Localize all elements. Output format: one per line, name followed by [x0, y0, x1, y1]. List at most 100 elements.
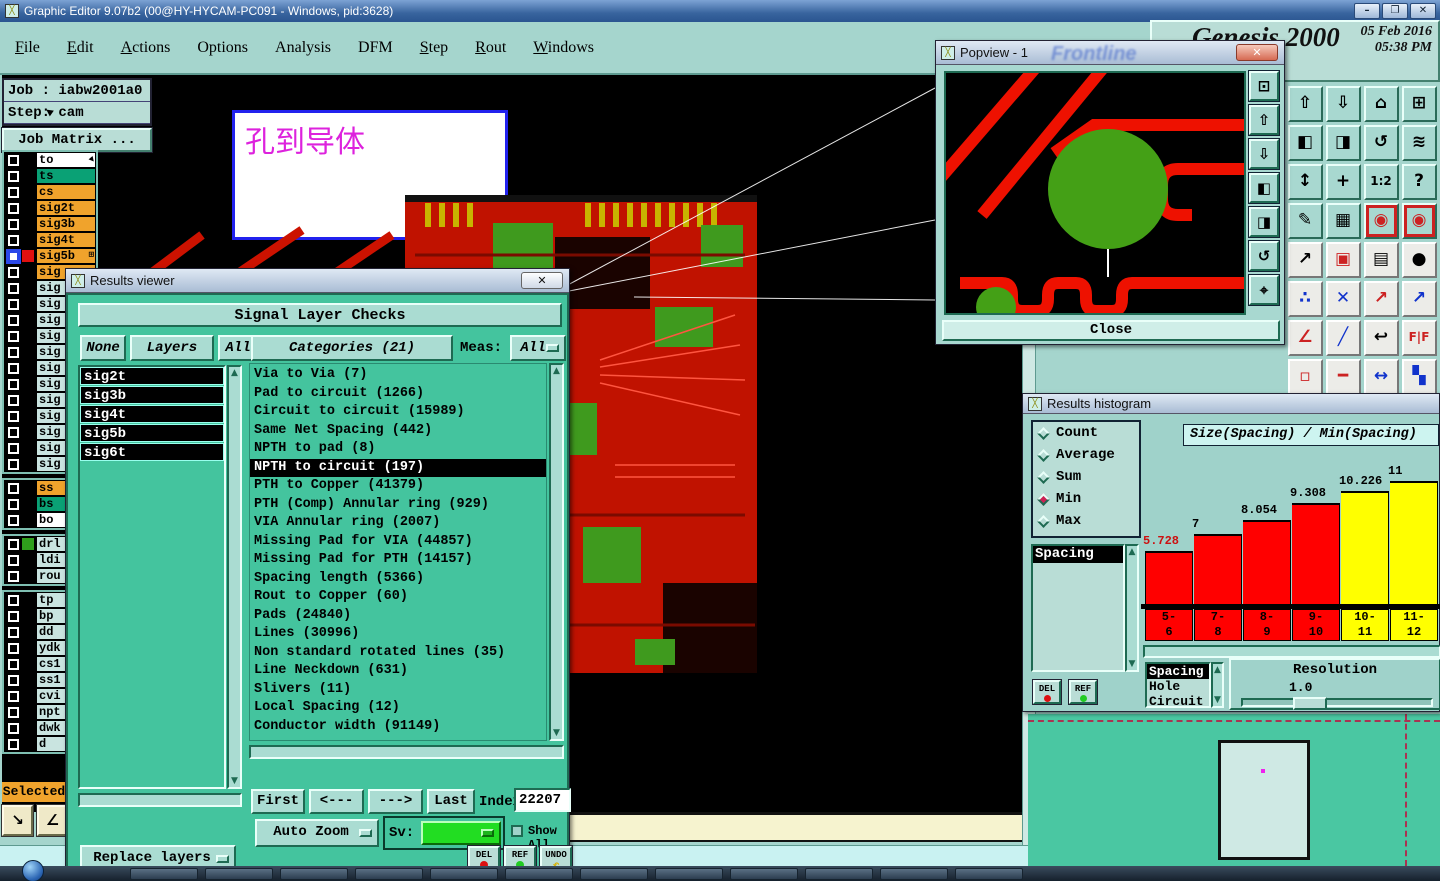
taskbar-button[interactable]	[655, 868, 723, 880]
zoom-previous-icon[interactable]: ↺	[1248, 240, 1280, 272]
category-list-hscrollbar[interactable]	[249, 745, 564, 759]
line-measure-icon[interactable]: ╱	[1325, 319, 1361, 356]
center-icon[interactable]: ⌖	[1248, 274, 1280, 306]
menu-edit[interactable]: Edit	[67, 39, 94, 57]
layer-visibility-checkbox[interactable]	[8, 738, 19, 750]
taskbar-button[interactable]	[955, 868, 1023, 880]
layer-visibility-checkbox[interactable]	[8, 394, 19, 406]
overview-minimap[interactable]	[1028, 714, 1440, 866]
sv-color-dropdown[interactable]	[421, 821, 501, 845]
menu-step[interactable]: Step	[420, 39, 448, 57]
category-item[interactable]: Pad to circuit (1266)	[250, 385, 546, 404]
taskbar-button[interactable]	[730, 868, 798, 880]
layer-visibility-checkbox[interactable]	[8, 658, 19, 670]
net-select-icon[interactable]: ∴	[1287, 280, 1323, 317]
histogram-layer-item[interactable]: Spacing	[1033, 546, 1123, 563]
layer-color-swatch[interactable]	[22, 250, 34, 262]
category-item[interactable]: Conductor width (91149)	[250, 718, 546, 737]
copy-up-icon[interactable]: ⇧	[1287, 85, 1323, 122]
layer-chip[interactable]: to ▲	[37, 153, 97, 167]
fit-height-icon[interactable]: ↕	[1287, 163, 1323, 200]
layer-visibility-checkbox[interactable]	[8, 426, 19, 438]
width-check-icon[interactable]: ↔	[1363, 358, 1399, 395]
stat-option-count[interactable]: Count	[1033, 422, 1139, 444]
layer-visibility-checkbox[interactable]	[8, 458, 19, 470]
histogram-hscrollbar[interactable]	[1143, 645, 1440, 658]
layer-visibility-checkbox[interactable]	[8, 314, 19, 326]
taskbar-button[interactable]	[280, 868, 348, 880]
measure-type-list[interactable]: Spacing Hole Circuit	[1145, 662, 1211, 709]
layer-visibility-checkbox[interactable]	[8, 642, 19, 654]
popview-canvas[interactable]	[933, 61, 1246, 327]
popview-close-button[interactable]: ✕	[1236, 44, 1278, 61]
layer-visibility-checkbox[interactable]	[8, 266, 19, 278]
result-layer-item[interactable]: sig5b	[80, 424, 224, 442]
category-item[interactable]: PTH to Copper (41379)	[250, 477, 546, 496]
taskbar-button[interactable]	[805, 868, 873, 880]
grid-icon[interactable]: ▦	[1325, 202, 1361, 239]
help-icon[interactable]: ?	[1401, 163, 1437, 200]
measure-distance-button[interactable]: ↘	[1, 804, 34, 837]
measure-item[interactable]: Hole	[1147, 679, 1209, 694]
layer-visibility-checkbox[interactable]	[8, 722, 19, 734]
layer-visibility-checkbox[interactable]	[8, 410, 19, 422]
category-item[interactable]: Lines (30996)	[250, 625, 546, 644]
measure-center-icon[interactable]: ↗	[1363, 280, 1399, 317]
popout-icon[interactable]: ⊡	[1248, 70, 1280, 102]
histogram-ref-button[interactable]: REF	[1068, 679, 1098, 705]
home-icon[interactable]: ⌂	[1363, 85, 1399, 122]
pan-left-icon[interactable]: ◧	[1248, 172, 1280, 204]
window-xy-icon[interactable]: ⊞	[1401, 85, 1437, 122]
layer-visibility-checkbox[interactable]	[8, 626, 19, 638]
layer-chip[interactable]: sig2t	[37, 201, 95, 215]
taskbar-button[interactable]	[205, 868, 273, 880]
category-item[interactable]: Pads (24840)	[250, 607, 546, 626]
category-item[interactable]: Non standard rotated lines (35)	[250, 644, 546, 663]
category-item[interactable]: Via to Via (7)	[250, 366, 546, 385]
category-item[interactable]: VIA Annular ring (2007)	[250, 514, 546, 533]
histogram-layer-vscrollbar[interactable]: ▲ ▼	[1125, 544, 1139, 672]
histogram-del-button[interactable]: DEL	[1032, 679, 1062, 705]
layer-chip[interactable]: sig3b	[37, 217, 95, 231]
nav-prev-button[interactable]: <---	[309, 789, 364, 814]
menu-rout[interactable]: Rout	[475, 39, 506, 57]
result-layer-item[interactable]: sig3b	[80, 386, 224, 404]
category-item[interactable]: Spacing length (5366)	[250, 570, 546, 589]
layer-visibility-checkbox[interactable]	[8, 690, 19, 702]
resolution-slider-thumb[interactable]	[1293, 697, 1327, 710]
profile-icon[interactable]: ≋	[1401, 124, 1437, 161]
zoom-select-icon[interactable]: ↗	[1287, 241, 1323, 278]
layer-visibility-checkbox[interactable]	[8, 514, 19, 526]
category-item[interactable]: Slivers (11)	[250, 681, 546, 700]
popview-close-bar-button[interactable]: Close	[942, 320, 1280, 341]
layer-visibility-checkbox[interactable]	[8, 706, 19, 718]
menu-windows[interactable]: Windows	[533, 39, 594, 57]
category-item[interactable]: Missing Pad for PTH (14157)	[250, 551, 546, 570]
fit-all-icon[interactable]: +	[1325, 163, 1361, 200]
pan-right-icon[interactable]: ◨	[1325, 124, 1361, 161]
layer-chip[interactable]: cs	[37, 185, 95, 199]
category-item[interactable]: NPTH to circuit (197)	[250, 458, 546, 477]
job-matrix-button[interactable]: Job Matrix ...	[1, 127, 153, 153]
stat-option-min[interactable]: Min	[1033, 488, 1139, 510]
stat-option-average[interactable]: Average	[1033, 444, 1139, 466]
measure-item[interactable]: Spacing	[1147, 664, 1209, 679]
measure-item[interactable]: Circuit	[1147, 694, 1209, 709]
stat-option-sum[interactable]: Sum	[1033, 466, 1139, 488]
layer-chip[interactable]: sig5b ⊞	[37, 249, 95, 263]
layer-visibility-checkbox[interactable]	[8, 482, 19, 494]
menu-dfm[interactable]: DFM	[358, 39, 393, 57]
histogram-layer-list[interactable]: Spacing	[1031, 544, 1125, 672]
auto-zoom-dropdown[interactable]: Auto Zoom	[255, 819, 379, 847]
pad-snap-icon[interactable]: ▫	[1287, 358, 1323, 395]
copy-down-icon[interactable]: ⇩	[1325, 85, 1361, 122]
trace-icon[interactable]: ━	[1325, 358, 1361, 395]
measure-edge-icon[interactable]: ↗	[1401, 280, 1437, 317]
layer-visibility-checkbox[interactable]	[8, 234, 19, 246]
layer-chip[interactable]: sig4t	[37, 233, 95, 247]
zoom-previous-icon[interactable]: ↺	[1363, 124, 1399, 161]
rotate-icon[interactable]: ↩	[1363, 319, 1399, 356]
nav-next-button[interactable]: --->	[368, 789, 423, 814]
results-viewer-titlebar[interactable]: ╳ Results viewer ✕	[66, 269, 569, 293]
layer-visibility-checkbox[interactable]	[8, 362, 19, 374]
